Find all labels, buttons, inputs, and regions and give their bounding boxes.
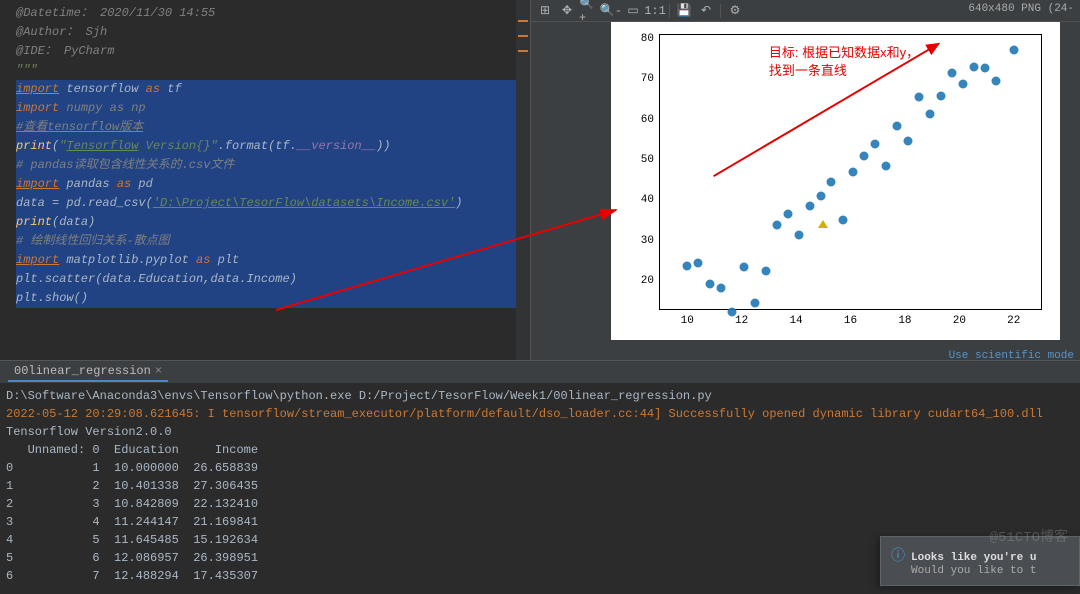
data-point (936, 91, 945, 100)
scientific-mode-link[interactable]: Use scientific mode (949, 350, 1074, 362)
y-tick: 80 (632, 33, 654, 45)
pan-icon[interactable]: ✥ (557, 2, 577, 20)
data-point (827, 177, 836, 186)
data-point (1009, 46, 1018, 55)
y-tick: 30 (632, 235, 654, 247)
data-point (683, 262, 692, 271)
data-point (794, 230, 803, 239)
data-point (849, 167, 858, 176)
y-tick: 50 (632, 154, 654, 166)
data-point (727, 308, 736, 317)
data-point (740, 263, 749, 272)
y-tick: 40 (632, 194, 654, 206)
y-tick: 20 (632, 275, 654, 287)
data-point (948, 68, 957, 77)
data-point (694, 259, 703, 268)
x-tick: 20 (953, 315, 966, 327)
x-tick: 22 (1007, 315, 1020, 327)
x-tick: 12 (735, 315, 748, 327)
data-point (716, 284, 725, 293)
back-icon[interactable]: ↶ (696, 2, 716, 20)
data-point (958, 79, 967, 88)
close-icon[interactable]: × (155, 364, 162, 378)
chart-canvas: 目标: 根据已知数据x和y， 找到一条直线 20 30 40 50 60 70 80 10 12… (611, 22, 1060, 340)
zoom-in-icon[interactable]: 🔍+ (579, 2, 599, 20)
data-point (816, 191, 825, 200)
data-point (706, 280, 715, 289)
data-point (969, 62, 978, 71)
data-point (838, 216, 847, 225)
x-tick: 10 (681, 315, 694, 327)
one-one-icon[interactable]: 1:1 (645, 2, 665, 20)
grid-icon[interactable]: ⊞ (535, 2, 555, 20)
data-point (772, 220, 781, 229)
data-point (871, 139, 880, 148)
data-point (915, 93, 924, 102)
data-point (980, 64, 989, 73)
image-viewer-panel: ⊞✥🔍+🔍-▭1:1 💾↶ ⚙ 640x480 PNG (24- 目标: 根据已知数… (530, 0, 1080, 360)
editor-minimap[interactable] (516, 0, 530, 360)
code-editor[interactable]: @Datetime： 2020/11/30 14:55@Author： Sjh@… (0, 0, 530, 360)
data-point (805, 202, 814, 211)
data-point (882, 162, 891, 171)
data-point (750, 299, 759, 308)
data-point (991, 77, 1000, 86)
watermark: @51CTO博客 (990, 526, 1068, 546)
info-icon: ⓘ (891, 549, 905, 565)
data-point (860, 152, 869, 161)
data-point (761, 266, 770, 275)
x-tick: 18 (898, 315, 911, 327)
data-point (893, 122, 902, 131)
y-tick: 70 (632, 73, 654, 85)
zoom-out-icon[interactable]: 🔍- (601, 2, 621, 20)
console-tab[interactable]: 00linear_regression× (8, 362, 168, 382)
x-tick: 16 (844, 315, 857, 327)
data-point (783, 209, 792, 218)
y-tick: 60 (632, 114, 654, 126)
data-point (904, 137, 913, 146)
gear-icon[interactable]: ⚙ (725, 2, 745, 20)
chart-annotation: 目标: 根据已知数据x和y， 找到一条直线 (769, 44, 919, 79)
save-icon[interactable]: 💾 (674, 2, 694, 20)
fit-icon[interactable]: ▭ (623, 2, 643, 20)
data-point (925, 110, 934, 119)
marker-icon (818, 220, 828, 228)
x-tick: 14 (789, 315, 802, 327)
image-info-label: 640x480 PNG (24- (968, 3, 1074, 15)
